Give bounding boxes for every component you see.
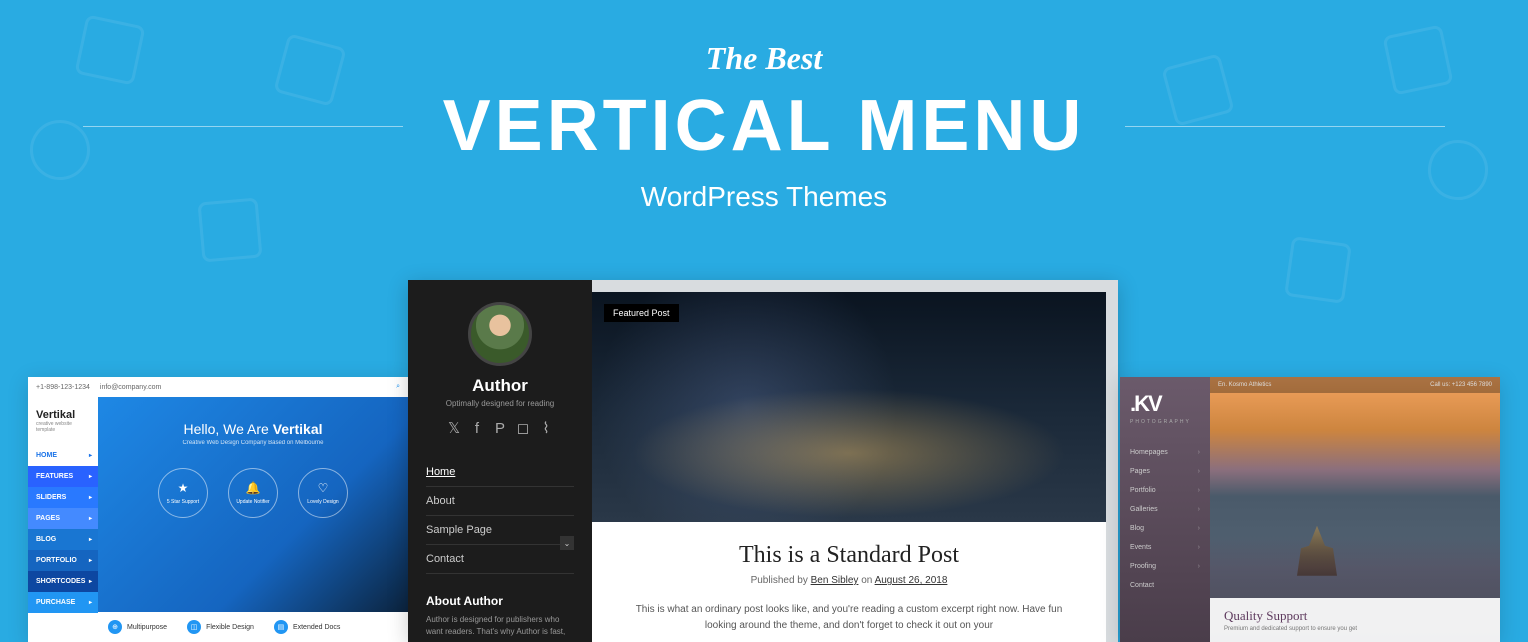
- nav-about[interactable]: About: [426, 487, 574, 516]
- kv-nav-homepages[interactable]: Homepages: [1130, 443, 1200, 462]
- topbar: +1-898-123-1234 info@company.com ⌕: [28, 377, 408, 397]
- preview-author: Author Optimally designed for reading 𝕏 …: [408, 280, 1118, 642]
- multipurpose-icon: ⊕: [108, 620, 122, 634]
- kv-hero-image: En. Kosmo Athletics Call us: +123 456 78…: [1210, 377, 1500, 642]
- menu-item-blog[interactable]: BLOG: [28, 529, 98, 550]
- kv-nav-pages[interactable]: Pages: [1130, 462, 1200, 481]
- feature-multipurpose: ⊕Multipurpose: [108, 620, 167, 634]
- feature-bar: ⊕Multipurpose ◫Flexible Design ▤Extended…: [98, 612, 408, 642]
- post-author-link[interactable]: Ben Sibley: [811, 575, 859, 586]
- nav-home[interactable]: Home: [426, 458, 574, 487]
- hero-kicker: The Best: [0, 40, 1528, 77]
- logo[interactable]: Vertikal creative website template: [28, 397, 98, 445]
- content-area: Featured Post This is a Standard Post Pu…: [592, 292, 1106, 642]
- kv-nav-portfolio[interactable]: Portfolio: [1130, 481, 1200, 500]
- kv-nav-galleries[interactable]: Galleries: [1130, 500, 1200, 519]
- kv-nav: Homepages Pages Portfolio Galleries Blog…: [1130, 443, 1200, 595]
- pinterest-icon[interactable]: P: [492, 420, 508, 436]
- kv-nav-contact[interactable]: Contact: [1130, 576, 1200, 595]
- rss-icon[interactable]: ⌇: [538, 420, 554, 436]
- phone-label: +1-898-123-1234: [36, 384, 90, 391]
- docs-icon: ▤: [274, 620, 288, 634]
- vertical-menu: Vertikal creative website template HOME …: [28, 397, 98, 642]
- menu-item-shortcodes[interactable]: SHORTCODES: [28, 571, 98, 592]
- bell-icon: 🔔: [246, 481, 261, 495]
- menu-item-portfolio[interactable]: PORTFOLIO: [28, 550, 98, 571]
- kv-topbar: En. Kosmo Athletics Call us: +123 456 78…: [1210, 377, 1500, 393]
- menu-item-sliders[interactable]: SLIDERS: [28, 487, 98, 508]
- avatar[interactable]: [468, 302, 532, 366]
- menu-item-features[interactable]: FEATURES: [28, 466, 98, 487]
- post-excerpt: This is what an ordinary post looks like…: [620, 602, 1078, 634]
- sidebar-nav: Home About Sample Page⌄ Contact: [426, 458, 574, 574]
- author-name: Author: [426, 376, 574, 396]
- facebook-icon[interactable]: f: [469, 420, 485, 436]
- qs-subtitle: Premium and dedicated support to ensure …: [1224, 626, 1486, 632]
- preview-vertikal: +1-898-123-1234 info@company.com ⌕ Verti…: [28, 377, 408, 642]
- nav-sample[interactable]: Sample Page⌄: [426, 516, 574, 545]
- feature-docs: ▤Extended Docs: [274, 620, 340, 634]
- twitter-icon[interactable]: 𝕏: [446, 420, 462, 436]
- kv-nav-proofing[interactable]: Proofing: [1130, 557, 1200, 576]
- about-text: Author is designed for publishers who wa…: [426, 614, 574, 638]
- kv-nav-events[interactable]: Events: [1130, 538, 1200, 557]
- menu-item-home[interactable]: HOME: [28, 445, 98, 466]
- divider-right: [1125, 126, 1445, 127]
- feature-flexible: ◫Flexible Design: [187, 620, 254, 634]
- kv-tagline: PHOTOGRAPHY: [1130, 419, 1200, 425]
- nav-contact[interactable]: Contact: [426, 545, 574, 574]
- social-icons: 𝕏 f P ◻ ⌇: [426, 420, 574, 436]
- heart-icon: ♡: [318, 481, 329, 495]
- star-icon: ★: [178, 481, 189, 495]
- flexible-icon: ◫: [187, 620, 201, 634]
- post-meta: Published by Ben Sibley on August 26, 20…: [620, 575, 1078, 586]
- circle-design[interactable]: ♡Lovely Design: [298, 468, 348, 518]
- preview-kv: .KV PHOTOGRAPHY Homepages Pages Portfoli…: [1120, 377, 1500, 642]
- menu-item-pages[interactable]: PAGES: [28, 508, 98, 529]
- kv-logo[interactable]: .KV: [1130, 391, 1200, 417]
- post-date-link[interactable]: August 26, 2018: [875, 575, 948, 586]
- menu-item-purchase[interactable]: PURCHASE: [28, 592, 98, 613]
- post-title[interactable]: This is a Standard Post: [620, 542, 1078, 569]
- search-icon[interactable]: ⌕: [396, 383, 400, 391]
- kv-top-left: En. Kosmo Athletics: [1218, 382, 1271, 388]
- circle-support[interactable]: ★5 Star Support: [158, 468, 208, 518]
- circle-update[interactable]: 🔔Update Notifier: [228, 468, 278, 518]
- sidebar: Author Optimally designed for reading 𝕏 …: [408, 280, 592, 642]
- featured-image[interactable]: Featured Post: [592, 292, 1106, 522]
- divider-left: [83, 126, 403, 127]
- kv-top-right: Call us: +123 456 7890: [1430, 382, 1492, 388]
- kv-sidebar: .KV PHOTOGRAPHY Homepages Pages Portfoli…: [1120, 377, 1210, 642]
- instagram-icon[interactable]: ◻: [515, 420, 531, 436]
- hero-banner: The Best VERTICAL MENU WordPress Themes: [0, 0, 1528, 213]
- hero-subtitle: WordPress Themes: [0, 181, 1528, 213]
- email-label: info@company.com: [100, 384, 161, 391]
- featured-badge: Featured Post: [604, 304, 679, 322]
- hero-area: Hello, We Are Vertikal Creative Web Desi…: [98, 397, 408, 642]
- quality-support-panel: Quality Support Premium and dedicated su…: [1210, 598, 1500, 642]
- author-tagline: Optimally designed for reading: [426, 399, 574, 408]
- hero-title: VERTICAL MENU: [443, 85, 1086, 167]
- about-heading: About Author: [426, 594, 574, 608]
- qs-title: Quality Support: [1224, 608, 1486, 624]
- kv-nav-blog[interactable]: Blog: [1130, 519, 1200, 538]
